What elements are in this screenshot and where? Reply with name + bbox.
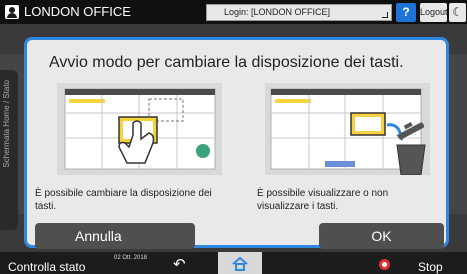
dialog-title: Avvio modo per cambiare la disposizione … <box>49 54 404 71</box>
change-layout-illustration <box>57 83 222 175</box>
office-name: LONDON OFFICE <box>24 4 131 19</box>
check-status-button[interactable]: Controlla stato <box>8 260 85 274</box>
date-display: 02 Ott. 2018 <box>114 255 148 261</box>
user-icon <box>5 5 19 19</box>
stop-icon[interactable] <box>379 259 390 270</box>
back-icon[interactable]: ↶ <box>173 255 186 273</box>
login-text: Login: [LONDON OFFICE] <box>224 7 331 17</box>
resize-corner-icon <box>382 12 388 18</box>
ok-button[interactable]: OK <box>319 223 444 249</box>
cancel-button[interactable]: Annulla <box>35 223 195 249</box>
login-field[interactable]: Login: [LONDON OFFICE] <box>206 4 392 21</box>
show-hide-keys-illustration <box>265 83 430 175</box>
top-bar: LONDON OFFICE Login: [LONDON OFFICE] ? L… <box>0 0 467 24</box>
layout-mode-dialog: Avvio modo per cambiare la disposizione … <box>24 37 449 249</box>
help-button[interactable]: ? <box>396 3 416 22</box>
change-layout-description: È possibile cambiare la disposizione dei… <box>35 188 212 212</box>
side-tab-label: Schermata Home / Stato <box>2 80 11 168</box>
show-hide-description: È possibile visualizzare o non visualizz… <box>257 188 389 212</box>
stop-button[interactable]: Stop <box>418 260 443 274</box>
logout-button[interactable]: Logout <box>420 3 448 22</box>
bottom-bar: Controlla stato 02 Ott. 2018 ↶ Stop <box>0 252 467 274</box>
home-icon <box>232 257 248 271</box>
moon-icon[interactable]: ☾ <box>449 3 466 22</box>
